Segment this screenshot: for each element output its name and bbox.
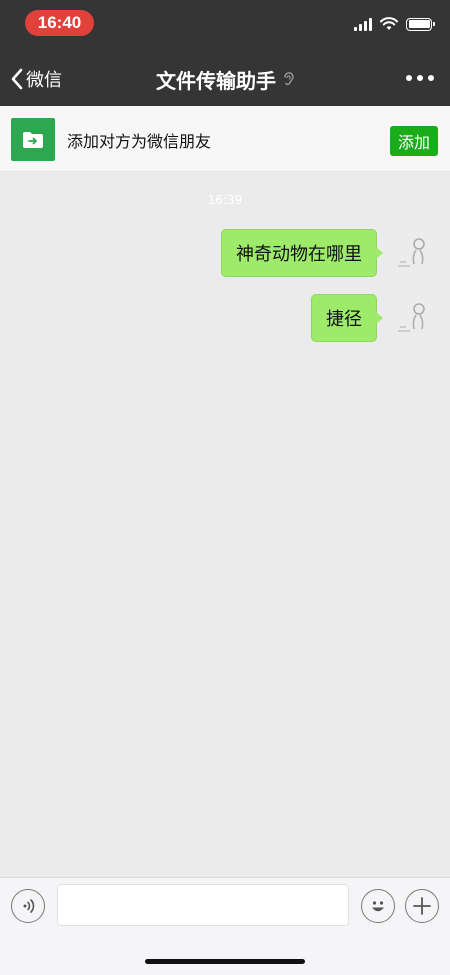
status-time[interactable]: 16:40 <box>25 10 94 36</box>
smiley-icon <box>372 901 384 912</box>
wifi-icon <box>380 17 398 30</box>
avatar-figure-icon <box>397 237 425 267</box>
cellular-signal-icon <box>354 17 372 31</box>
more-functions-button[interactable] <box>405 889 439 923</box>
message-bubble[interactable]: 捷径 <box>311 294 383 342</box>
plus-icon <box>413 897 431 915</box>
avatar[interactable] <box>389 229 434 274</box>
folder-icon <box>11 118 55 161</box>
voice-button[interactable] <box>11 889 45 923</box>
battery-icon <box>406 17 435 31</box>
page-title: 文件传输助手 <box>0 64 450 94</box>
status-bar: 16:40 <box>0 0 450 48</box>
avatar[interactable] <box>389 294 434 339</box>
message-timestamp: 16:39 <box>207 193 243 207</box>
message-row: 神奇动物在哪里 <box>221 229 434 277</box>
add-friend-banner: 添加对方为微信朋友 添加 <box>0 106 450 172</box>
message-bubble[interactable]: 神奇动物在哪里 <box>221 229 383 277</box>
nav-bar: 微信 文件传输助手 <box>0 54 450 104</box>
more-dot-icon <box>428 75 434 81</box>
page-title-text: 文件传输助手 <box>156 68 276 93</box>
avatar-figure-icon <box>397 302 425 332</box>
more-dot-icon <box>417 75 423 81</box>
banner-text: 添加对方为微信朋友 <box>67 132 212 151</box>
more-dot-icon <box>406 75 412 81</box>
home-indicator[interactable] <box>145 959 305 964</box>
message-row: 捷径 <box>311 294 434 342</box>
header: 16:40 微信 文件传输助手 <box>0 0 450 106</box>
add-friend-button[interactable]: 添加 <box>390 126 438 156</box>
emoji-button[interactable] <box>361 889 395 923</box>
voice-icon <box>23 899 35 913</box>
ear-icon <box>284 72 294 86</box>
status-icons <box>354 16 435 32</box>
message-input[interactable] <box>57 884 349 926</box>
more-options-button[interactable] <box>406 72 434 84</box>
